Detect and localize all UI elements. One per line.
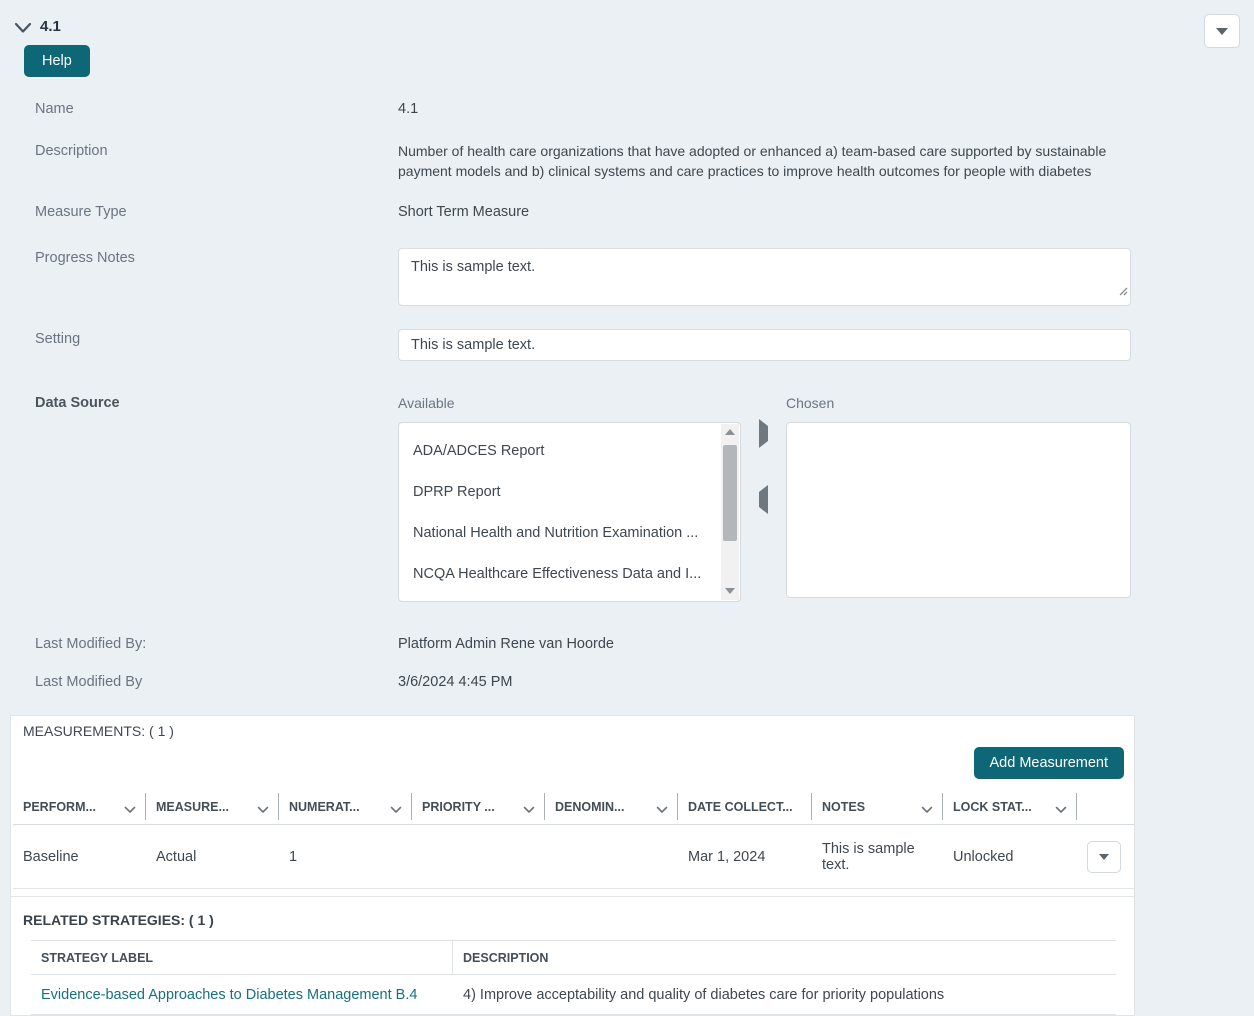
last-modified-date-label: Last Modified By [35,672,398,690]
last-modified-by-label: Last Modified By: [35,634,398,652]
measurements-panel: MEASUREMENTS: ( 1 ) Add Measurement PERF… [10,715,1135,1016]
help-button[interactable]: Help [24,45,90,77]
cell-performance: Baseline [13,825,146,889]
chevron-down-icon[interactable] [656,803,668,811]
scrollbar-thumb[interactable] [723,445,737,541]
measure-detail-page: 4.1 Help Name 4.1 Description Number of … [0,0,1254,999]
name-label: Name [35,99,398,117]
available-option[interactable]: NCQA Healthcare Effectiveness Data and I… [413,558,726,599]
scroll-up-icon[interactable] [721,424,739,441]
name-row: Name 4.1 [35,99,1131,120]
cell-notes: This is sample text. [812,825,943,889]
col-performance[interactable]: PERFORM... [13,789,146,825]
available-option[interactable]: DPRP Report [413,476,726,517]
col-priority[interactable]: PRIORITY ... [412,789,545,825]
chevron-down-icon[interactable] [124,803,136,811]
available-option[interactable]: National Health and Nutrition Examinatio… [413,517,726,558]
section-header: 4.1 [0,0,1254,35]
chevron-down-icon[interactable] [523,803,535,811]
measurements-header-row: PERFORM... MEASURE... NUMERAT... PRIORIT… [13,789,1134,825]
arrow-left-icon [759,485,768,514]
caret-down-icon [1099,854,1109,860]
last-modified-by-row: Last Modified By: Platform Admin Rene va… [35,634,1131,655]
data-source-label: Data Source [35,393,398,411]
strategies-header-row: STRATEGY LABEL DESCRIPTION [31,941,1116,975]
available-option[interactable]: ADA/ADCES Report [413,435,726,476]
last-modified-date-row: Last Modified By 3/6/2024 4:45 PM [35,672,1131,693]
measure-form: Name 4.1 Description Number of health ca… [35,99,1131,693]
row-dropdown-button[interactable] [1087,841,1121,873]
progress-notes-label: Progress Notes [35,248,398,266]
setting-label: Setting [35,329,398,347]
col-notes[interactable]: NOTES [812,789,943,825]
col-description: DESCRIPTION [453,941,1116,975]
collapse-chevron-icon[interactable] [14,21,32,33]
page-title: 4.1 [40,18,61,35]
related-strategies-table: STRATEGY LABEL DESCRIPTION Evidence-base… [31,940,1116,1015]
measure-type-row: Measure Type Short Term Measure [35,202,1131,223]
chevron-down-icon[interactable] [390,803,402,811]
related-strategies-title: RELATED STRATEGIES: ( 1 ) [11,897,1134,940]
last-modified-date-value: 3/6/2024 4:45 PM [398,672,1131,693]
move-right-button[interactable] [755,422,772,445]
header-dropdown-button[interactable] [1204,14,1240,48]
available-listbox[interactable]: ADA/ADCES Report DPRP Report National He… [398,422,741,602]
description-value: Number of health care organizations that… [398,141,1131,182]
progress-notes-textarea[interactable]: This is sample text. [398,248,1131,306]
setting-row: Setting [35,329,1131,361]
progress-notes-row: Progress Notes This is sample text. [35,248,1131,306]
strategy-link[interactable]: Evidence-based Approaches to Diabetes Ma… [41,987,417,1003]
chevron-down-icon[interactable] [1055,803,1067,811]
cell-actions [1077,825,1134,889]
measurements-title: MEASUREMENTS: ( 1 ) [11,716,1134,739]
col-measure[interactable]: MEASURE... [146,789,279,825]
chosen-listbox[interactable] [786,422,1131,598]
arrow-right-icon [759,419,768,448]
description-row: Description Number of health care organi… [35,141,1131,182]
cell-strategy-description: 4) Improve acceptability and quality of … [453,975,1116,1015]
data-source-row: Data Source Available ADA/ADCES Report D… [35,393,1131,602]
col-lock-status[interactable]: LOCK STAT... [943,789,1077,825]
data-source-duallist: Available ADA/ADCES Report DPRP Report N… [398,393,1131,602]
cell-priority [412,825,545,889]
cell-date-collected: Mar 1, 2024 [678,825,812,889]
caret-down-icon [1216,28,1228,35]
name-value: 4.1 [398,99,1131,120]
chevron-down-icon[interactable] [257,803,269,811]
cell-strategy-label: Evidence-based Approaches to Diabetes Ma… [31,975,453,1015]
col-date-collected[interactable]: DATE COLLECT... [678,789,812,825]
col-numerator[interactable]: NUMERAT... [279,789,412,825]
description-label: Description [35,141,398,159]
move-left-button[interactable] [755,488,772,511]
measure-type-value: Short Term Measure [398,202,1131,223]
listbox-scrollbar[interactable] [721,424,739,600]
strategy-row: Evidence-based Approaches to Diabetes Ma… [31,975,1116,1015]
add-measurement-button[interactable]: Add Measurement [974,747,1124,779]
cell-numerator: 1 [279,825,412,889]
measurements-table: PERFORM... MEASURE... NUMERAT... PRIORIT… [13,789,1134,890]
col-denominator[interactable]: DENOMIN... [545,789,678,825]
resize-grip-icon[interactable] [1118,282,1128,303]
cell-measure: Actual [146,825,279,889]
setting-input[interactable] [398,329,1131,361]
chosen-label: Chosen [786,393,1131,413]
last-modified-by-value: Platform Admin Rene van Hoorde [398,634,1131,655]
scroll-down-icon[interactable] [721,583,739,600]
measurement-row: Baseline Actual 1 Mar 1, 2024 This is sa… [13,825,1134,889]
related-strategies-section: RELATED STRATEGIES: ( 1 ) STRATEGY LABEL… [11,896,1134,1015]
available-label: Available [398,393,741,413]
chevron-down-icon[interactable] [921,803,933,811]
col-strategy-label: STRATEGY LABEL [31,941,453,975]
cell-lock-status: Unlocked [943,825,1077,889]
col-actions [1077,789,1134,825]
cell-denominator [545,825,678,889]
measure-type-label: Measure Type [35,202,398,220]
